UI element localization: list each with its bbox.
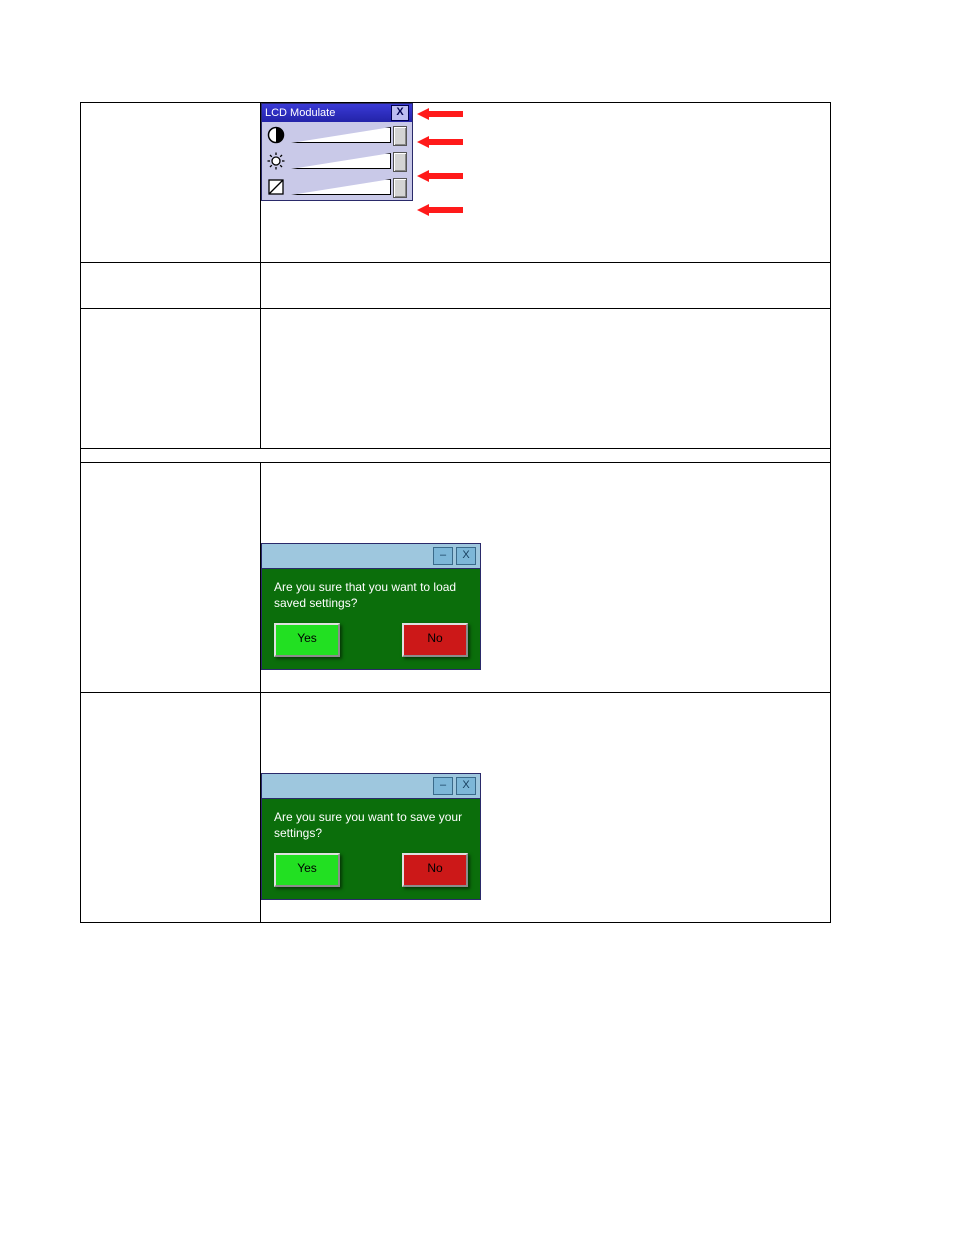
contrast-slider[interactable] (291, 127, 407, 143)
cell-r4 (81, 449, 831, 463)
cell-r1-c1 (81, 103, 261, 263)
no-button[interactable]: No (402, 623, 468, 657)
yes-button[interactable]: Yes (274, 853, 340, 887)
lcd-modulate-panel: LCD Modulate X (261, 103, 413, 201)
slider-thumb-icon[interactable] (393, 126, 407, 146)
calibration-row (262, 174, 412, 200)
page: LCD Modulate X (0, 0, 954, 1235)
cell-r3-c1 (81, 309, 261, 449)
minimize-icon[interactable]: – (433, 547, 453, 565)
lcd-titlebar: LCD Modulate X (262, 104, 412, 122)
yes-button[interactable]: Yes (274, 623, 340, 657)
arrow-icon (417, 135, 463, 149)
dialog-message: Are you sure you want to save your setti… (274, 809, 468, 841)
no-button[interactable]: No (402, 853, 468, 887)
arrow-icon (417, 169, 463, 183)
contrast-icon (267, 126, 285, 144)
cell-r6-c1 (81, 693, 261, 923)
dialog-titlebar: – X (262, 774, 480, 799)
lcd-modulate-wrap: LCD Modulate X (261, 103, 521, 201)
dialog-titlebar: – X (262, 544, 480, 569)
brightness-slider[interactable] (291, 153, 407, 169)
slider-thumb-icon[interactable] (393, 178, 407, 198)
cell-r2-c1 (81, 263, 261, 309)
brightness-row (262, 148, 412, 174)
close-icon[interactable]: X (456, 547, 476, 565)
load-dialog-wrap: – X Are you sure that you want to load s… (261, 543, 824, 670)
close-icon[interactable]: X (456, 777, 476, 795)
minimize-icon[interactable]: – (433, 777, 453, 795)
lcd-title: LCD Modulate (265, 107, 391, 119)
cell-r6-c2: – X Are you sure you want to save your s… (261, 693, 831, 923)
arrow-icon (417, 203, 463, 217)
load-settings-dialog: – X Are you sure that you want to load s… (261, 543, 481, 670)
arrow-icon (417, 107, 463, 121)
layout-table: LCD Modulate X (80, 102, 831, 923)
brightness-icon (267, 152, 285, 170)
cell-r2-c2 (261, 263, 831, 309)
slider-thumb-icon[interactable] (393, 152, 407, 172)
calibration-slider[interactable] (291, 179, 407, 195)
cell-r5-c1 (81, 463, 261, 693)
cell-r3-c2 (261, 309, 831, 449)
dialog-message: Are you sure that you want to load saved… (274, 579, 468, 611)
contrast-row (262, 122, 412, 148)
cell-r1-c2: LCD Modulate X (261, 103, 831, 263)
calibration-icon (267, 178, 285, 196)
save-dialog-wrap: – X Are you sure you want to save your s… (261, 773, 824, 900)
close-icon[interactable]: X (391, 105, 409, 121)
save-settings-dialog: – X Are you sure you want to save your s… (261, 773, 481, 900)
cell-r5-c2: – X Are you sure that you want to load s… (261, 463, 831, 693)
